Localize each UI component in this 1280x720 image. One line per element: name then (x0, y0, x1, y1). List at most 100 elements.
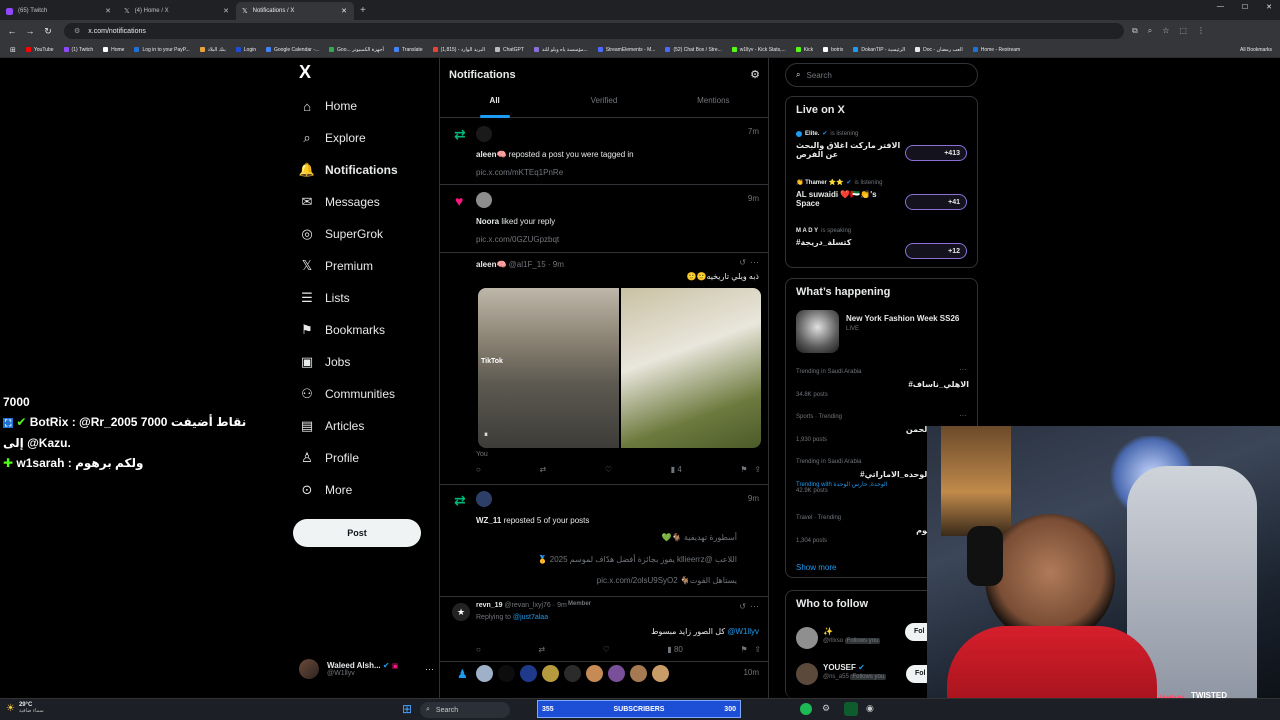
listener-count-pill[interactable]: +41 (905, 194, 967, 210)
extensions-icon[interactable]: ⬚ (1179, 26, 1187, 36)
trend-title[interactable]: #الوحده_الاماراتي (860, 470, 930, 479)
repost-icon[interactable]: ⇄ (540, 465, 547, 474)
browser-tab-twitch[interactable]: (65) Twitch ✕ (0, 2, 118, 20)
settings-gear-icon[interactable]: ⚙ (750, 68, 760, 81)
user-name[interactable]: aleen🧠 (476, 260, 506, 269)
app-icon[interactable]: ⚙ (822, 703, 830, 714)
repost-icon[interactable]: ⇄ (538, 645, 545, 654)
bookmark-item[interactable]: بنك البلاد (199, 47, 226, 53)
nav-item-articles[interactable]: ▤ Articles (293, 410, 438, 442)
notification-repost[interactable]: ⇄ 7m aleen🧠 reposted a post you were tag… (440, 118, 768, 185)
bookmark-icon[interactable]: ⚑ (740, 465, 747, 474)
site-info-icon[interactable]: ⚙ (74, 27, 80, 35)
user-name[interactable]: Noora (476, 217, 499, 226)
user-name[interactable]: revn_19 (476, 602, 502, 609)
taskbar-search[interactable]: ⌕ Search (420, 702, 510, 718)
maximize-icon[interactable]: ☐ (1242, 3, 1248, 11)
windows-start-icon[interactable]: ⊞ (402, 702, 412, 716)
event-thumbnail[interactable] (796, 310, 839, 353)
avatar[interactable] (652, 665, 669, 682)
bookmark-item[interactable]: Log in to your PayP... (134, 47, 190, 53)
avatar[interactable] (564, 665, 581, 682)
notification-repost-multiple[interactable]: ⇄ 9m WZ_11 reposted 5 of your posts أسطو… (440, 485, 768, 597)
nav-item-home[interactable]: ⌂ Home (293, 90, 438, 122)
listener-count-pill[interactable]: +12 (905, 243, 967, 259)
bookmark-item[interactable]: Goo... أجهزة الكمبيوتر (329, 47, 384, 53)
excel-icon[interactable] (844, 702, 858, 716)
avatar[interactable] (630, 665, 647, 682)
notification-reply-post[interactable]: aleen🧠 @al1F_15 · 9m ↺ ··· ذبه ويلي تاري… (440, 253, 768, 485)
post-button[interactable]: Post (293, 519, 421, 547)
close-tab-icon[interactable]: ✕ (341, 7, 347, 15)
new-tab-button[interactable]: + (360, 5, 366, 16)
avatar[interactable] (796, 627, 818, 649)
forward-icon[interactable]: → (24, 26, 36, 36)
apps-grid-icon[interactable]: ⊞ (10, 46, 16, 54)
avatar[interactable] (476, 126, 492, 142)
weather-widget[interactable]: ☀ 29°C سماء صافية (6, 702, 44, 714)
nav-item-notifications[interactable]: 🔔 Notifications (293, 154, 438, 186)
avatar[interactable] (476, 491, 492, 507)
notification-like[interactable]: ♥ 9m Noora liked your reply pic.x.com/0G… (440, 185, 768, 253)
post-link[interactable]: pic.x.com/0GZUGpzbqt (476, 235, 559, 244)
avatar[interactable] (796, 663, 818, 685)
tab-mentions[interactable]: Mentions (659, 96, 768, 118)
avatar[interactable] (586, 665, 603, 682)
video-thumbnail[interactable] (620, 288, 761, 448)
grok-icon[interactable]: ↺ (739, 258, 746, 267)
spotify-icon[interactable] (800, 703, 812, 715)
more-dots-icon[interactable]: ··· (750, 257, 759, 267)
close-tab-icon[interactable]: ✕ (105, 7, 111, 15)
nav-item-profile[interactable]: ♙ Profile (293, 442, 438, 474)
notification-partial[interactable]: ♟ 10m (440, 662, 768, 698)
star-icon[interactable]: ☆ (1162, 26, 1169, 36)
bookmark-item[interactable]: Home - Restream (972, 47, 1020, 53)
nav-item-explore[interactable]: ⌕ Explore (293, 122, 438, 154)
grok-icon[interactable]: ↺ (739, 602, 746, 611)
notification-reply[interactable]: ★ revn_19 @revan_lxyj76 · 9m Member ↺ ··… (440, 597, 768, 662)
more-dots-icon[interactable]: ··· (959, 365, 967, 374)
more-dots-icon[interactable]: ··· (959, 411, 967, 420)
close-window-icon[interactable]: ✕ (1266, 3, 1272, 11)
listener-count-pill[interactable]: +413 (905, 145, 967, 161)
like-icon[interactable]: ♡ (605, 465, 612, 474)
nav-item-messages[interactable]: ✉ Messages (293, 186, 438, 218)
nav-item-bookmarks[interactable]: ⚑ Bookmarks (293, 314, 438, 346)
bookmark-item[interactable]: Home (103, 47, 124, 53)
browser-tab-notifications[interactable]: 𝕏 Notifications / X ✕ (236, 2, 354, 20)
menu-icon[interactable]: ⋮ (1197, 26, 1205, 36)
bookmark-item[interactable]: botrix (823, 47, 843, 53)
zoom-icon[interactable]: ⌕ (1148, 26, 1152, 36)
mention-link[interactable]: @just7alaa (513, 614, 548, 621)
avatar[interactable] (498, 665, 515, 682)
avatar[interactable] (608, 665, 625, 682)
url-field[interactable]: ⚙ x.com/notifications (64, 23, 1124, 39)
bookmark-item[interactable]: YouTube (25, 47, 54, 53)
app-icon[interactable]: ◉ (866, 703, 874, 714)
avatar[interactable] (476, 665, 493, 682)
nav-item-jobs[interactable]: ▣ Jobs (293, 346, 438, 378)
post-link[interactable]: pic.x.com/mKTEq1PnRe (476, 168, 563, 177)
share-icon[interactable]: ⇪ (754, 645, 761, 654)
share-icon[interactable]: ⇪ (754, 465, 761, 474)
nav-item-supergrok[interactable]: ◎ SuperGrok (293, 218, 438, 250)
show-more-link[interactable]: Show more (796, 563, 836, 572)
tab-all[interactable]: All (440, 96, 549, 118)
video-thumbnail[interactable]: TikTok ⏸ (478, 288, 619, 448)
reload-icon[interactable]: ↻ (42, 26, 54, 37)
views-icon[interactable]: ▮ 4 (671, 465, 682, 474)
bookmark-item[interactable]: StreamElements - M... (597, 47, 655, 53)
nav-item-lists[interactable]: ☰ Lists (293, 282, 438, 314)
install-icon[interactable]: ⧉ (1132, 26, 1138, 36)
bookmark-item[interactable]: مؤسسة ياه ويلو للتد... (533, 47, 588, 53)
bookmark-item[interactable]: DokanTIP - الرئيسية (853, 47, 905, 53)
minimize-icon[interactable]: — (1217, 3, 1224, 11)
bookmark-item[interactable]: w1llyv - Kick Stats,... (731, 47, 786, 53)
pause-icon[interactable]: ⏸ (484, 430, 488, 440)
bookmark-item[interactable]: Kick (795, 47, 813, 53)
bookmark-item[interactable]: Login (235, 47, 256, 53)
tab-verified[interactable]: Verified (549, 96, 658, 118)
reply-icon[interactable]: ○ (476, 645, 481, 654)
bookmark-item[interactable]: (1) Twitch (63, 47, 93, 53)
x-logo[interactable]: X (299, 62, 438, 90)
